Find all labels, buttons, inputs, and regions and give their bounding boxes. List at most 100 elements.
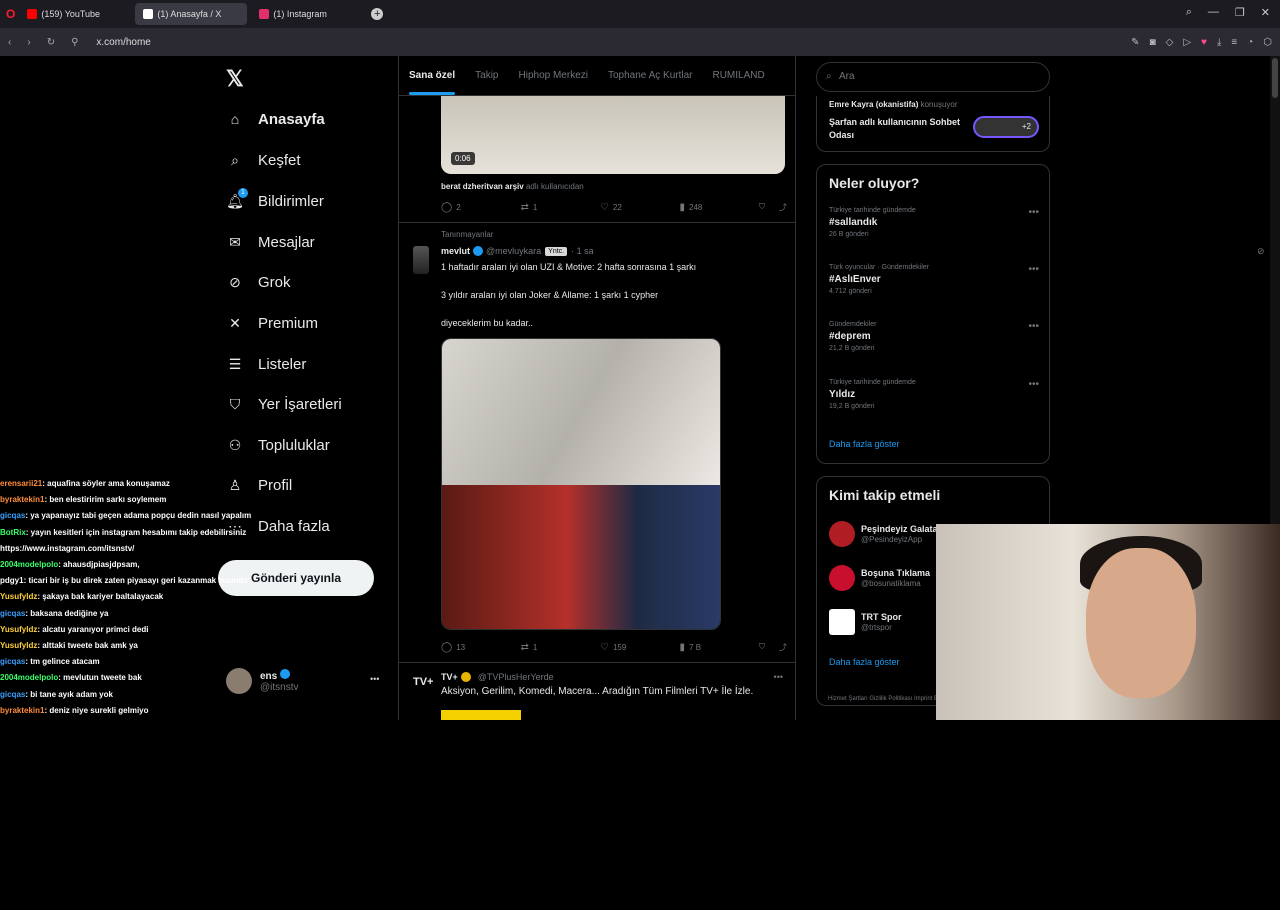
menu-icon[interactable]: ≡ [1231, 37, 1237, 48]
chart-icon: ▮ [679, 202, 686, 213]
more-options-icon[interactable]: ••• [774, 672, 783, 682]
nav-explore[interactable]: ⌕ Keşfet [226, 151, 300, 169]
more-options-icon[interactable]: ••• [1028, 379, 1039, 390]
tab-rumiland[interactable]: RUMILAND [712, 70, 764, 81]
views-button[interactable]: ▮ 248 [680, 202, 760, 213]
x-logo-icon[interactable]: 𝕏 [226, 66, 244, 92]
tweet-text-line: diyeceklerim bu kadar.. [441, 318, 534, 328]
window-controls: ⌕ — ❐ ✕ [1186, 6, 1270, 19]
bookmark-icon[interactable]: ⛉ [759, 202, 765, 213]
trend-item[interactable]: Türk oyuncular · Gündemdekiler #AslıEnver… [829, 264, 1039, 295]
avatar[interactable] [413, 246, 429, 274]
browser-tab-x[interactable]: (1) Anasayfa / X [135, 3, 248, 25]
ad-author-handle[interactable]: @TVPlusHerYerde [478, 672, 554, 682]
search-input[interactable]: ⌕ Ara [816, 62, 1050, 92]
tab-following[interactable]: Takip [475, 70, 498, 81]
photo-bottom [442, 485, 720, 629]
grok-icon: ⊘ [229, 273, 241, 290]
chat-message: 2004modelpolo: ahausdjpiasjdpsam, [0, 560, 140, 570]
tweet-time[interactable]: · 1 sa [571, 246, 594, 256]
opera-logo-icon[interactable]: O [6, 7, 15, 21]
photo-top [442, 339, 720, 485]
tweet-image[interactable] [441, 338, 721, 630]
more-options-icon[interactable]: ••• [1028, 207, 1039, 218]
webcam-overlay [936, 524, 1280, 720]
nav-bookmarks[interactable]: ⛉ Yer İşaretleri [226, 395, 342, 413]
tab-tophane[interactable]: Tophane Aç Kurtlar [608, 70, 693, 81]
restore-icon[interactable]: ❐ [1235, 6, 1245, 19]
url-field[interactable]: x.com/home [96, 37, 150, 48]
search-tabs-icon[interactable]: ⌕ [1186, 6, 1192, 19]
chat-message: byraktekin1: deniz niye surekli gelmiyo [0, 705, 149, 715]
ad-author-name[interactable]: TV+ [441, 672, 458, 682]
nav-communities[interactable]: ⚇ Topluluklar [226, 436, 330, 454]
extension-icon[interactable]: ⬡ [1263, 37, 1272, 48]
notification-badge: 1 [238, 188, 248, 198]
camera-icon[interactable]: ◙ [1150, 37, 1156, 48]
edit-icon[interactable]: ✎ [1131, 37, 1139, 48]
show-more-link[interactable]: Daha fazla göster [829, 657, 900, 667]
video-player[interactable]: 0:06 [441, 96, 785, 174]
bookmark-icon[interactable]: ⛉ [759, 642, 765, 653]
address-bar: ‹ › ↻ ⚲ x.com/home ✎ ◙ ◇ ▷ ♥ ⤓ ≡ ◔ ⬡ [0, 28, 1280, 56]
trend-item[interactable]: Türkiye tarihinde gündemde #sallandık 26 B… [829, 207, 1039, 238]
scrollbar-thumb[interactable] [1272, 58, 1278, 98]
reply-icon: ◯ [441, 642, 453, 653]
search-icon: ⌕ [231, 151, 239, 168]
minimize-icon[interactable]: — [1208, 6, 1219, 19]
like-button[interactable]: ♡ 22 [600, 202, 680, 213]
close-icon[interactable]: ✕ [1261, 6, 1270, 19]
download-icon[interactable]: ⤓ [1217, 37, 1221, 48]
views-button[interactable]: ▮ 7 B [680, 642, 760, 653]
reload-icon[interactable]: ↻ [47, 37, 55, 48]
nav-lists[interactable]: ☰ Listeler [226, 355, 307, 373]
nav-notifications[interactable]: 🔔︎ 1 Bildirimler [226, 188, 324, 210]
recommended-label: Tanınmayanlar [441, 230, 494, 239]
more-options-icon[interactable]: ••• [1028, 321, 1039, 332]
browser-tab-instagram[interactable]: (1) Instagram [251, 3, 363, 25]
avatar [829, 521, 855, 547]
repost-button[interactable]: ⇄ 1 [521, 202, 601, 213]
more-options-icon[interactable]: ••• [1028, 264, 1039, 275]
chat-message: gicqas: ya yapanayız tabi geçen adama po… [0, 511, 252, 521]
account-icon[interactable]: ◔ [1247, 37, 1253, 48]
site-info-icon[interactable]: ⚲ [71, 37, 78, 48]
chat-message: Yusufyldz: şakaya bak kariyer baltalayac… [0, 592, 164, 602]
browser-tab-youtube[interactable]: (159) YouTube [19, 3, 131, 25]
tweet-author-handle[interactable]: @mevluykara [486, 246, 541, 256]
tweet-text-line: 3 yıldır araları iyi olan Joker & Allame… [441, 290, 659, 300]
webcam-face [1086, 548, 1196, 698]
tweet-header: mevlut @mevluykara Yntc. · 1 sa ⊘ ••• [441, 246, 1279, 256]
forward-icon[interactable]: › [27, 37, 30, 48]
tab-for-you[interactable]: Sana özel [409, 70, 456, 95]
show-more-link[interactable]: Daha fazla göster [829, 439, 900, 449]
reply-button[interactable]: ◯ 13 [441, 642, 521, 653]
video-duration: 0:06 [451, 152, 475, 165]
more-options-icon[interactable]: ••• [370, 674, 379, 684]
share-icon[interactable]: ⤴ [779, 642, 787, 653]
list-icon: ☰ [228, 355, 242, 372]
repost-button[interactable]: ⇄ 1 [521, 642, 601, 653]
chat-room-card[interactable]: Emre Kayra (okanistifa) konuşuyor Şarfan… [816, 96, 1050, 152]
trend-item[interactable]: Gündemdekiler #deprem 21,2 B gönderi ••• [829, 321, 1039, 352]
nav-grok[interactable]: ⊘ Grok [226, 273, 290, 291]
reply-button[interactable]: ◯ 2 [441, 202, 521, 213]
nav-messages[interactable]: ✉ Mesajlar [226, 233, 315, 251]
new-tab-button[interactable]: + [371, 8, 384, 20]
nav-premium[interactable]: ✕ Premium [226, 314, 318, 332]
ad-media[interactable] [441, 710, 521, 720]
shield-icon[interactable]: ◇ [1166, 37, 1174, 48]
chat-message: gicqas: bi tane ayık adam yok [0, 689, 113, 699]
play-icon[interactable]: ▷ [1183, 37, 1191, 48]
trend-item[interactable]: Türkiye tarihinde gündemde Yıldız 19,2 B g… [829, 379, 1039, 410]
tweet-author-name[interactable]: mevlut [441, 246, 470, 256]
avatar [829, 565, 855, 591]
nav-home[interactable]: ⌂ Anasayfa [226, 110, 325, 128]
x-home-page: 𝕏 ⌂ Anasayfa ⌕ Keşfet 🔔︎ 1 Bildirimler ✉ Mesa… [0, 56, 1280, 720]
back-icon[interactable]: ‹ [8, 37, 11, 48]
share-icon[interactable]: ⤴ [779, 202, 787, 213]
chat-participants: +2 [973, 116, 1039, 138]
heart-icon[interactable]: ♥ [1201, 37, 1207, 48]
tab-hiphop-merkezi[interactable]: Hiphop Merkezi [519, 70, 588, 81]
like-button[interactable]: ♡ 159 [600, 642, 680, 653]
